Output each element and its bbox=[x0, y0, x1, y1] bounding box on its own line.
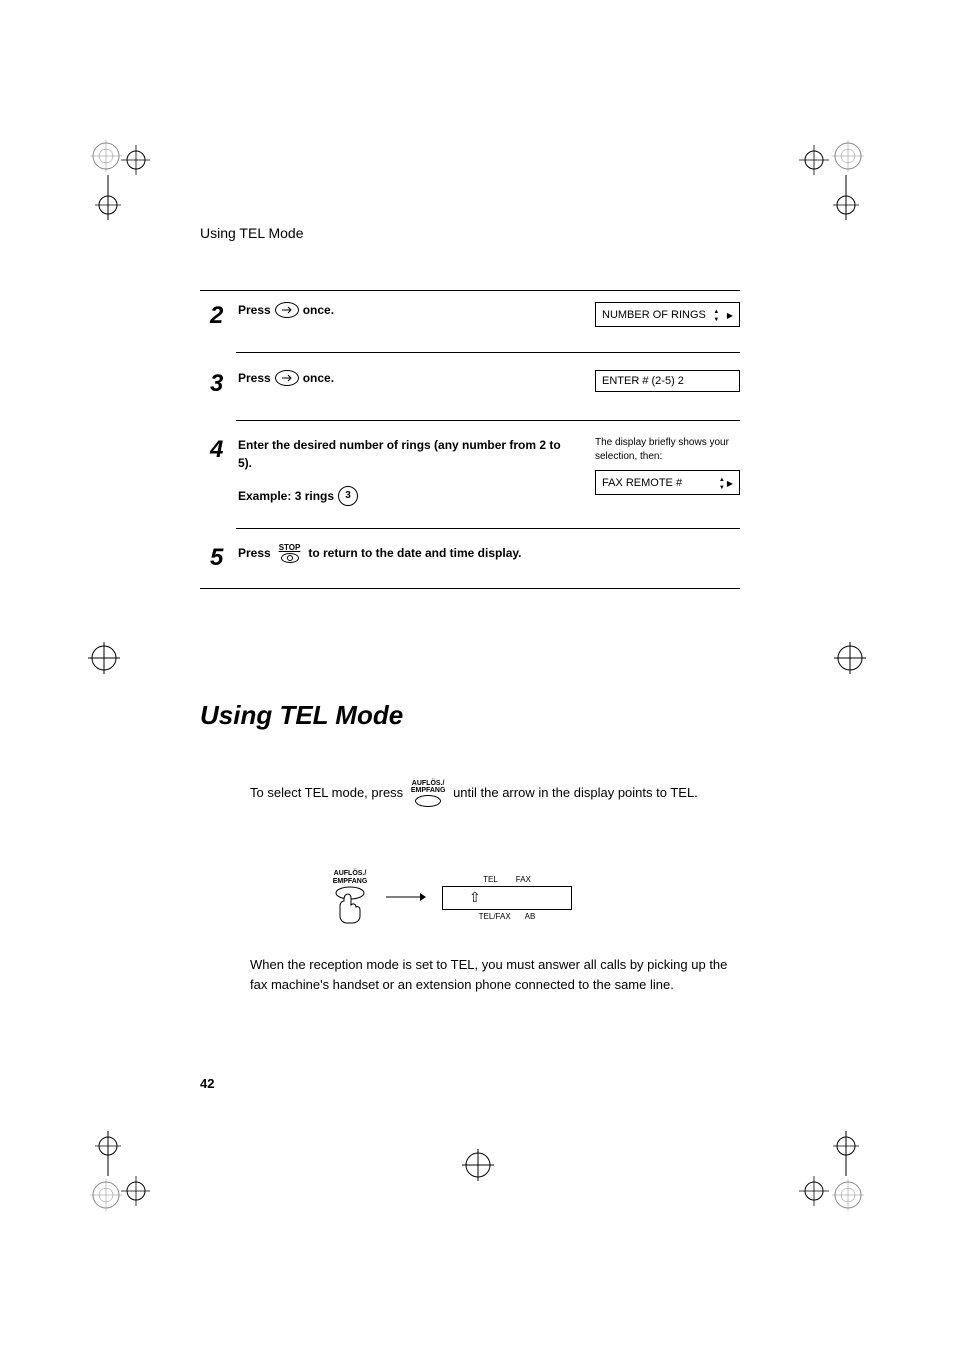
mode-selection-diagram: AUFLÖS./EMPFANG TEL FAX TEL/FAX AB bbox=[330, 870, 572, 925]
step3-press: Press bbox=[238, 370, 271, 387]
hand-press-icon bbox=[330, 885, 370, 925]
step4-display-info: The display briefly shows your selection… bbox=[595, 436, 740, 464]
running-header: Using TEL Mode bbox=[200, 225, 304, 241]
step3-once: once. bbox=[303, 370, 334, 387]
up-outline-arrow-icon bbox=[469, 889, 481, 907]
mode-label-telfax: TEL/FAX bbox=[479, 912, 511, 921]
up-arrow-icon bbox=[713, 307, 719, 315]
arrow-right-icon bbox=[386, 887, 426, 908]
right-arrow-icon bbox=[727, 309, 733, 321]
mode-label-fax: FAX bbox=[516, 875, 531, 884]
auflos-empfang-key-icon: AUFLÖS./ EMPFANG bbox=[411, 780, 446, 807]
down-arrow-icon bbox=[719, 483, 725, 491]
crop-mark-bottom-right bbox=[794, 1131, 864, 1211]
step2-once: once. bbox=[303, 302, 334, 319]
rule-top bbox=[200, 290, 740, 291]
lcd-display-step2: NUMBER OF RINGS bbox=[595, 302, 740, 327]
lcd-display-step4: FAX REMOTE # bbox=[595, 470, 740, 495]
right-arrow-key-icon bbox=[275, 302, 299, 318]
step5-press: Press bbox=[238, 545, 271, 562]
step2-press: Press bbox=[238, 302, 271, 319]
crop-mark-top-left bbox=[90, 140, 150, 220]
numeric-key-3: 3 bbox=[338, 486, 358, 506]
step-number-2: 2 bbox=[210, 302, 238, 328]
step4-instruction: Enter the desired number of rings (any n… bbox=[238, 436, 575, 472]
body-paragraph-2: When the reception mode is set to TEL, y… bbox=[250, 955, 740, 994]
page-number: 42 bbox=[200, 1076, 214, 1091]
right-arrow-icon bbox=[727, 477, 733, 489]
step-number-3: 3 bbox=[210, 370, 238, 396]
lcd-text: NUMBER OF RINGS bbox=[602, 309, 706, 321]
crop-mark-mid-left bbox=[86, 640, 122, 676]
body1-prefix: To select TEL mode, press bbox=[250, 785, 403, 800]
crop-mark-bottom-center bbox=[460, 1147, 496, 1183]
step4-example-label: Example: 3 rings bbox=[238, 488, 334, 505]
press-key-illustration: AUFLÖS./EMPFANG bbox=[330, 870, 370, 925]
step-number-5: 5 bbox=[210, 544, 238, 570]
crop-mark-mid-right bbox=[832, 640, 868, 676]
body-paragraph-1: To select TEL mode, press AUFLÖS./ EMPFA… bbox=[250, 780, 740, 807]
mode-display-illustration: TEL FAX TEL/FAX AB bbox=[442, 875, 572, 921]
crop-mark-top-right bbox=[794, 140, 864, 220]
lcd-text: FAX REMOTE # bbox=[602, 477, 682, 489]
mode-label-ab: AB bbox=[525, 912, 536, 921]
rule-after-step2 bbox=[236, 352, 740, 353]
up-arrow-icon bbox=[719, 475, 725, 483]
rule-after-step5 bbox=[200, 588, 740, 589]
step-number-4: 4 bbox=[210, 436, 238, 462]
right-arrow-key-icon bbox=[275, 370, 299, 386]
mode-label-tel: TEL bbox=[483, 875, 498, 884]
stop-key-label: STOP bbox=[279, 544, 301, 552]
step5-rest: to return to the date and time display. bbox=[308, 545, 521, 562]
stop-key-icon: STOP bbox=[279, 544, 301, 563]
crop-mark-bottom-left bbox=[90, 1131, 150, 1211]
rule-after-step3 bbox=[236, 420, 740, 421]
down-arrow-icon bbox=[713, 315, 719, 323]
body1-suffix: until the arrow in the display points to… bbox=[453, 785, 698, 800]
lcd-text: ENTER # (2-5) 2 bbox=[602, 375, 684, 387]
lcd-display-step3: ENTER # (2-5) 2 bbox=[595, 370, 740, 392]
mode-lcd-box bbox=[442, 886, 572, 910]
rule-after-step4 bbox=[236, 528, 740, 529]
section-title: Using TEL Mode bbox=[200, 700, 403, 731]
